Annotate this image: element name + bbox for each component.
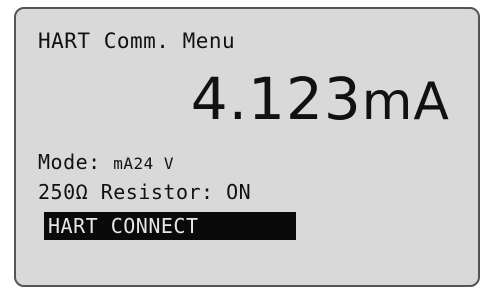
reading-unit: mA <box>361 72 450 132</box>
hart-connect-menu-item[interactable]: HART CONNECT <box>44 212 296 240</box>
main-reading: 4.123 mA <box>191 66 450 135</box>
menu-title: HART Comm. Menu <box>38 29 236 53</box>
mode-label: Mode: <box>38 150 101 174</box>
mode-measure: mA <box>113 154 134 173</box>
mode-line: Mode: mA24 V <box>38 150 174 176</box>
resistor-label: 250Ω Resistor: <box>38 180 214 204</box>
mode-source: 24 V <box>133 154 175 173</box>
resistor-state: ON <box>226 180 252 204</box>
reading-value: 4.123 <box>190 65 362 133</box>
resistor-line: 250Ω Resistor: ON <box>38 180 251 204</box>
